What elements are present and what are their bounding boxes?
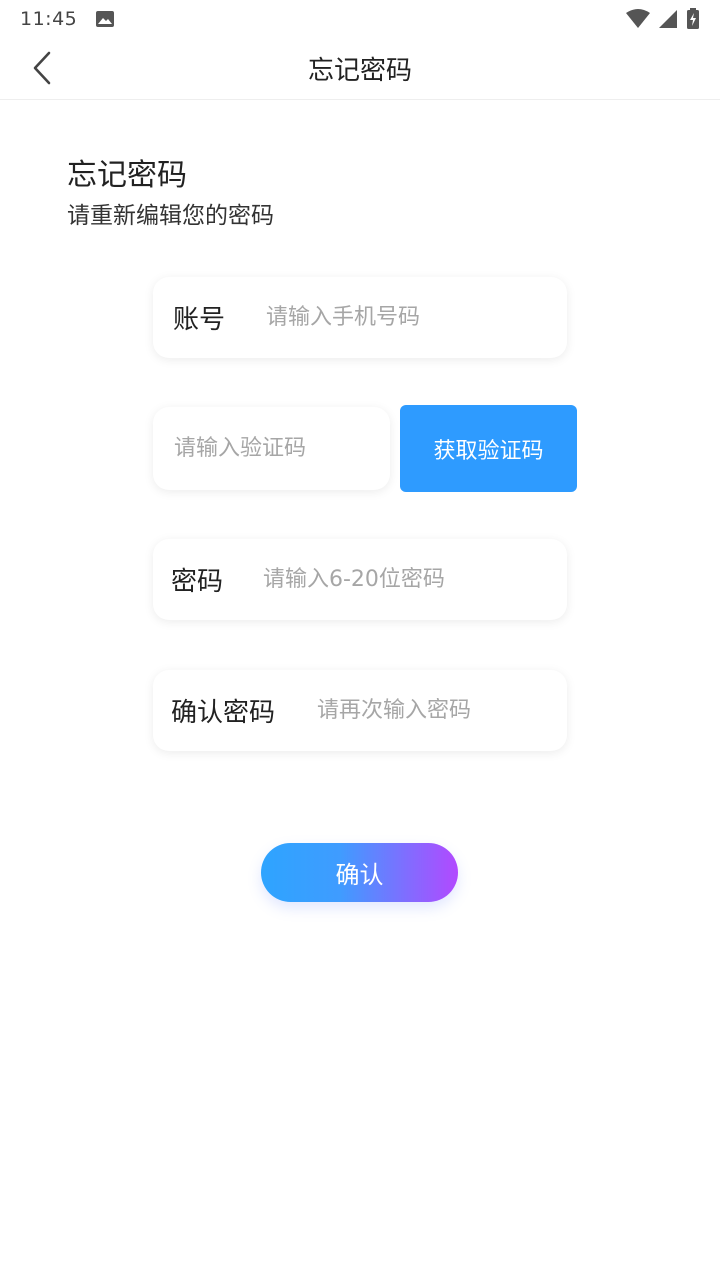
confirm-password-field: 确认密码 xyxy=(153,670,567,751)
code-field xyxy=(153,407,390,490)
get-code-button[interactable]: 获取验证码 xyxy=(400,405,577,492)
password-input[interactable] xyxy=(263,567,567,592)
app-header: 忘记密码 xyxy=(0,38,720,100)
chevron-left-icon xyxy=(31,51,53,85)
status-left: 11:45 xyxy=(20,8,115,30)
status-right xyxy=(626,8,700,30)
account-input[interactable] xyxy=(266,305,567,330)
password-label: 密码 xyxy=(171,567,224,597)
confirm-password-label: 确认密码 xyxy=(171,698,276,728)
status-time: 11:45 xyxy=(20,8,78,30)
code-input[interactable] xyxy=(174,436,390,461)
image-icon xyxy=(95,10,115,28)
status-bar: 11:45 xyxy=(0,0,720,38)
account-label: 账号 xyxy=(173,305,226,335)
wifi-icon xyxy=(626,9,650,29)
battery-charging-icon xyxy=(686,8,700,30)
password-field: 密码 xyxy=(153,539,567,620)
confirm-button[interactable]: 确认 xyxy=(261,843,458,902)
intro-title: 忘记密码 xyxy=(67,158,187,193)
page-title: 忘记密码 xyxy=(307,56,412,86)
intro-subtitle: 请重新编辑您的密码 xyxy=(67,203,274,229)
signal-icon xyxy=(658,9,678,29)
account-field: 账号 xyxy=(153,277,567,358)
confirm-password-input[interactable] xyxy=(317,698,567,723)
back-button[interactable] xyxy=(22,48,62,88)
